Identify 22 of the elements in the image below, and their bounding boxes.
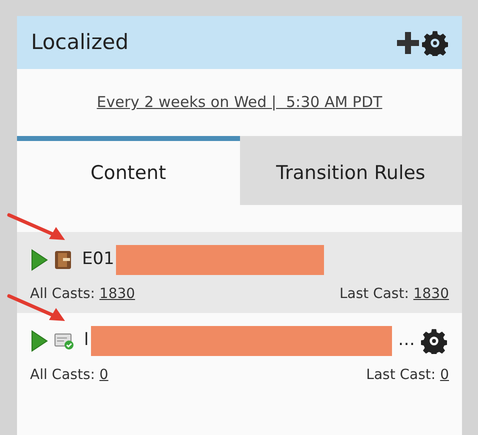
schedule-link[interactable]: Every 2 weeks on Wed | 5:30 AM PDT <box>96 91 382 114</box>
add-icon[interactable] <box>396 30 420 54</box>
program-item[interactable]: E01 All Casts: 1830 Last Cast: 1830 <box>17 232 462 313</box>
panel-title: Localized <box>31 28 130 56</box>
door-icon <box>54 250 72 270</box>
approved-email-icon <box>54 332 74 350</box>
all-casts-label: All Casts: <box>30 286 96 302</box>
all-casts-link[interactable]: 1830 <box>99 286 136 302</box>
settings-icon[interactable] <box>422 30 448 56</box>
play-icon[interactable] <box>30 330 48 352</box>
last-cast-link[interactable]: 1830 <box>413 286 449 302</box>
play-icon[interactable] <box>30 249 48 271</box>
all-casts-link[interactable]: 0 <box>99 367 108 383</box>
ellipsis: … <box>398 329 415 352</box>
item-title[interactable]: l <box>84 328 89 354</box>
item-title[interactable]: E01 <box>82 247 114 273</box>
last-cast-link[interactable]: 0 <box>440 367 449 383</box>
settings-icon[interactable] <box>421 328 447 354</box>
last-cast-label: Last Cast: <box>366 367 437 383</box>
last-cast-label: Last Cast: <box>339 286 410 302</box>
tab[interactable]: Transition Rules <box>240 136 462 205</box>
all-casts-label: All Casts: <box>30 367 96 383</box>
